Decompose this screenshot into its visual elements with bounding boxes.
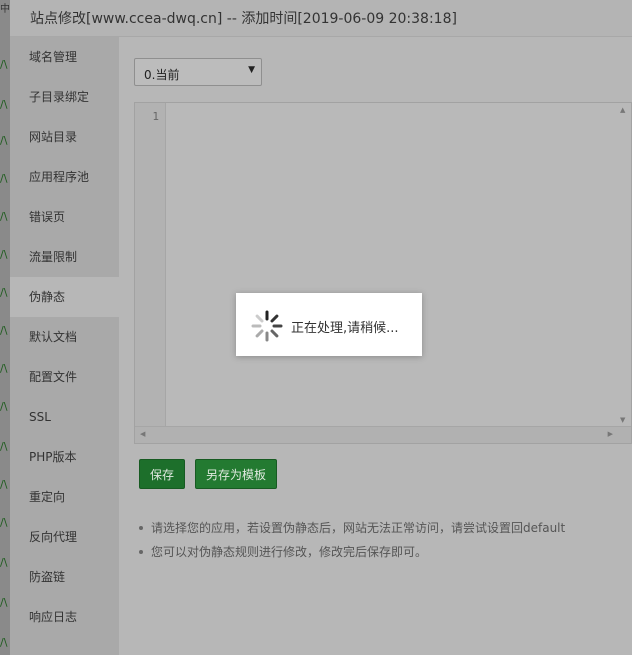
save-button[interactable]: 保存 xyxy=(139,459,185,489)
bullet-icon xyxy=(139,550,143,554)
sidebar-item-error-page[interactable]: 错误页 xyxy=(10,197,119,237)
sidebar-item-app-pool[interactable]: 应用程序池 xyxy=(10,157,119,197)
rewrite-template-select[interactable]: 0.当前 ▼ xyxy=(134,58,262,86)
scroll-down-arrow-icon[interactable]: ▼ xyxy=(620,416,625,424)
settings-sidebar: 域名管理 子目录绑定 网站目录 应用程序池 错误页 流量限制 伪静态 默认文档 … xyxy=(10,37,119,655)
sidebar-item-rewrite[interactable]: 伪静态 xyxy=(10,277,119,317)
loading-text: 正在处理,请稍候... xyxy=(291,321,399,336)
sidebar-item-subdirectory[interactable]: 子目录绑定 xyxy=(10,77,119,117)
sidebar-item-traffic-limit[interactable]: 流量限制 xyxy=(10,237,119,277)
sidebar-item-site-directory[interactable]: 网站目录 xyxy=(10,117,119,157)
loading-toast: 正在处理,请稍候... xyxy=(236,293,422,356)
sidebar-item-hotlink-protection[interactable]: 防盗链 xyxy=(10,557,119,597)
tip-text: 您可以对伪静态规则进行修改，修改完后保存即可。 xyxy=(151,545,428,559)
editor-content[interactable] xyxy=(171,109,611,409)
sidebar-item-response-log[interactable]: 响应日志 xyxy=(10,597,119,637)
chevron-down-icon: ▼ xyxy=(248,65,255,75)
scroll-left-arrow-icon[interactable]: ◀ xyxy=(140,430,145,438)
line-number: 1 xyxy=(152,110,159,123)
editor-gutter: 1 xyxy=(135,103,166,427)
save-as-template-button[interactable]: 另存为模板 xyxy=(195,459,277,489)
dialog-title: 站点修改[www.ccea-dwq.cn] -- 添加时间[2019-06-09… xyxy=(30,11,457,27)
tip-text: 请选择您的应用，若设置伪静态后，网站无法正常访问，请尝试设置回default xyxy=(151,521,566,535)
sidebar-item-ssl[interactable]: SSL xyxy=(10,397,119,437)
scroll-right-arrow-icon[interactable]: ▶ xyxy=(608,430,613,438)
scroll-up-arrow-icon[interactable]: ▲ xyxy=(620,106,625,114)
spinner-icon xyxy=(251,310,283,342)
bullet-icon xyxy=(139,526,143,530)
sidebar-item-reverse-proxy[interactable]: 反向代理 xyxy=(10,517,119,557)
vertical-scrollbar[interactable]: ▲ ▼ xyxy=(617,103,631,427)
sidebar-item-config-file[interactable]: 配置文件 xyxy=(10,357,119,397)
help-tips: 请选择您的应用，若设置伪静态后，网站无法正常访问，请尝试设置回default 您… xyxy=(134,516,624,564)
select-value: 0.当前 xyxy=(144,68,180,82)
dialog-titlebar[interactable]: 站点修改[www.ccea-dwq.cn] -- 添加时间[2019-06-09… xyxy=(10,0,632,37)
tip-item: 您可以对伪静态规则进行修改，修改完后保存即可。 xyxy=(134,540,624,564)
sidebar-item-php-version[interactable]: PHP版本 xyxy=(10,437,119,477)
sidebar-item-redirect[interactable]: 重定向 xyxy=(10,477,119,517)
tip-item: 请选择您的应用，若设置伪静态后，网站无法正常访问，请尝试设置回default xyxy=(134,516,624,540)
sidebar-item-default-document[interactable]: 默认文档 xyxy=(10,317,119,357)
horizontal-scrollbar[interactable]: ◀ ▶ xyxy=(135,426,631,443)
rewrite-rules-editor[interactable]: 1 ▲ ▼ ◀ ▶ xyxy=(134,102,632,444)
sidebar-item-domain[interactable]: 域名管理 xyxy=(10,37,119,77)
